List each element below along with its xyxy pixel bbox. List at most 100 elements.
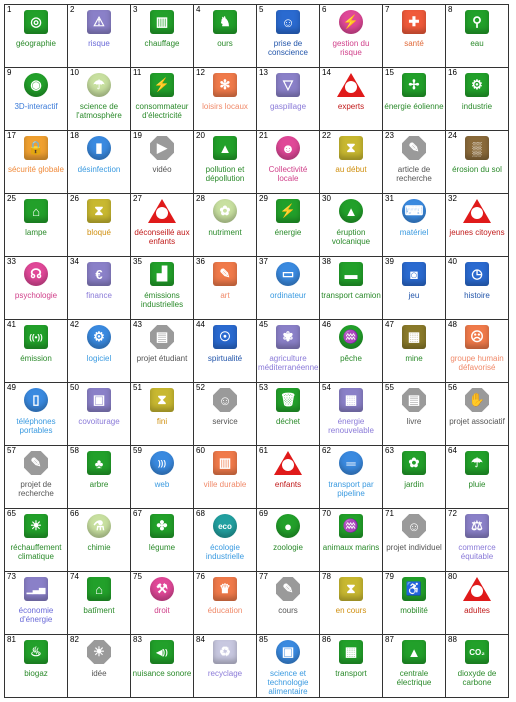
icon-cell[interactable]: 11 ⚡ consommateur d'électricité — [131, 68, 194, 131]
icon-cell[interactable]: 8 ⚲ eau — [446, 5, 509, 68]
cell-number: 65 — [7, 509, 16, 518]
icon-cell[interactable]: 51 ⧗ fini — [131, 383, 194, 446]
icon-cell[interactable]: 1 ◎ géographie — [5, 5, 68, 68]
icon-cell[interactable]: 56 ✋ projet associatif — [446, 383, 509, 446]
icon-cell[interactable]: 16 ⚙ industrie — [446, 68, 509, 131]
icon-cell[interactable]: 70 ♒ animaux marins — [320, 509, 383, 572]
icon-cell[interactable]: 33 ☊ psychologie — [5, 257, 68, 320]
icon-cell[interactable]: 13 ▽ gaspillage — [257, 68, 320, 131]
icon-cell[interactable]: 73 ▁▃▅ économie d'énergie — [5, 572, 68, 635]
psychology-icon: ☊ — [24, 262, 48, 286]
cell-number: 56 — [448, 383, 457, 392]
icon-cell[interactable]: 10 ☂ science de l'atmosphère — [68, 68, 131, 131]
icon-cell[interactable]: 78 ⧗ en cours — [320, 572, 383, 635]
icon-cell[interactable]: 84 ♻ recyclage — [194, 635, 257, 698]
icon-cell[interactable]: 65 ☀ réchauffement climatique — [5, 509, 68, 572]
icon-cell[interactable]: 75 ⚒ droit — [131, 572, 194, 635]
icon-cell[interactable]: 7 ✚ santé — [383, 5, 446, 68]
icon-cell[interactable]: 22 ⧗ au début — [320, 131, 383, 194]
icon-cell[interactable]: 66 ⚗ chimie — [68, 509, 131, 572]
icon-cell[interactable]: 71 ☺ projet individuel — [383, 509, 446, 572]
icon-cell[interactable]: 72 ⚖ commerce équitable — [446, 509, 509, 572]
icon-cell[interactable]: 2 ⚠ risque — [68, 5, 131, 68]
icon-cell[interactable]: 60 ▥ ville durable — [194, 446, 257, 509]
icon-cell[interactable]: 62 ═ transport par pipeline — [320, 446, 383, 509]
icon-cell[interactable]: 80 adultes — [446, 572, 509, 635]
icon-cell[interactable]: 28 ✿ nutriment — [194, 194, 257, 257]
icon-cell[interactable]: 36 ✎ art — [194, 257, 257, 320]
icon-cell[interactable]: 29 ⚡ énergie — [257, 194, 320, 257]
cell-label: transport — [335, 669, 367, 678]
icon-cell[interactable]: 39 ◙ jeu — [383, 257, 446, 320]
icon-cell[interactable]: 46 ♒ pêche — [320, 320, 383, 383]
icon-cell[interactable]: 54 ▦ énergie renouvelable — [320, 383, 383, 446]
icon-cell[interactable]: 83 ◀)) nuisance sonore — [131, 635, 194, 698]
community-icon: ☻ — [276, 136, 300, 160]
icon-cell[interactable]: 5 ☺ prise de conscience — [257, 5, 320, 68]
cell-number: 62 — [322, 446, 331, 455]
icon-cell[interactable]: 42 ⚙ logiciel — [68, 320, 131, 383]
icon-cell[interactable]: 25 ⌂ lampe — [5, 194, 68, 257]
icon-cell[interactable]: 55 ▤ livre — [383, 383, 446, 446]
icon-cell[interactable]: 82 ☀ idée — [68, 635, 131, 698]
icon-cell[interactable]: 69 ● zoologie — [257, 509, 320, 572]
icon-cell[interactable]: 85 ▣ science et technologie alimentaire — [257, 635, 320, 698]
icon-cell[interactable]: 24 ▒ érosion du sol — [446, 131, 509, 194]
icon-cell[interactable]: 23 ✎ article de recherche — [383, 131, 446, 194]
icon-cell[interactable]: 9 ◉ 3D-interactif — [5, 68, 68, 131]
icon-cell[interactable]: 21 ☻ Collectivité locale — [257, 131, 320, 194]
icon-cell[interactable]: 44 ☉ spirtualité — [194, 320, 257, 383]
icon-cell[interactable]: 14 experts — [320, 68, 383, 131]
icon-cell[interactable]: 32 jeunes citoyens — [446, 194, 509, 257]
icon-cell[interactable]: 34 € finance — [68, 257, 131, 320]
icon-cell[interactable]: 26 ⧗ bloqué — [68, 194, 131, 257]
icon-cell[interactable]: 77 ✎ cours — [257, 572, 320, 635]
icon-cell[interactable]: 35 ▟ émissions industrielles — [131, 257, 194, 320]
web-feed-icon: ))) — [150, 451, 174, 475]
icon-cell[interactable]: 63 ✿ jardin — [383, 446, 446, 509]
icon-cell[interactable]: 49 ▯ téléphones portables — [5, 383, 68, 446]
icon-cell[interactable]: 64 ☂ pluie — [446, 446, 509, 509]
icon-cell[interactable]: 47 ▦ mine — [383, 320, 446, 383]
icon-cell[interactable]: 57 ✎ projet de recherche — [5, 446, 68, 509]
icon-cell[interactable]: 30 ▲ éruption volcanique — [320, 194, 383, 257]
icon-cell[interactable]: 79 ♿ mobilité — [383, 572, 446, 635]
icon-cell[interactable]: 27 déconseillé aux enfants — [131, 194, 194, 257]
icon-cell[interactable]: 12 ✻ loisirs locaux — [194, 68, 257, 131]
icon-cell[interactable]: 41 ((•)) émission — [5, 320, 68, 383]
icon-cell[interactable]: 67 ✤ légume — [131, 509, 194, 572]
icon-cell[interactable]: 37 ▭ ordinateur — [257, 257, 320, 320]
icon-cell[interactable]: 6 ⚡ gestion du risque — [320, 5, 383, 68]
icon-cell[interactable]: 53 🗑 déchet — [257, 383, 320, 446]
cell-number: 76 — [196, 572, 205, 581]
icon-cell[interactable]: 86 ▦ transport — [320, 635, 383, 698]
icon-cell[interactable]: 18 ▮ désinfection — [68, 131, 131, 194]
icon-cell[interactable]: 17 🔒 sécurité globale — [5, 131, 68, 194]
icon-cell[interactable]: 74 ⌂ batîment — [68, 572, 131, 635]
icon-cell[interactable]: 45 ✾ agriculture méditerranéenne — [257, 320, 320, 383]
icon-cell[interactable]: 3 ▥ chauffage — [131, 5, 194, 68]
icon-cell[interactable]: 59))) web — [131, 446, 194, 509]
icon-cell[interactable]: 61 enfants — [257, 446, 320, 509]
icon-cell[interactable]: 58 ♣ arbre — [68, 446, 131, 509]
icon-cell[interactable]: 15 ✢ énergie éolienne — [383, 68, 446, 131]
icon-cell[interactable]: 52 ☺ service — [194, 383, 257, 446]
icon-cell[interactable]: 31 ⌨ matériel — [383, 194, 446, 257]
cell-number: 45 — [259, 320, 268, 329]
icon-cell[interactable]: 40 ◷ histoire — [446, 257, 509, 320]
icon-cell[interactable]: 43 ▤ projet étudiant — [131, 320, 194, 383]
icon-cell[interactable]: 20 ▲ pollution et dépollution — [194, 131, 257, 194]
icon-cell[interactable]: 88 CO₂ dioxyde de carbone — [446, 635, 509, 698]
icon-cell[interactable]: 76 ♛ éducation — [194, 572, 257, 635]
icon-cell[interactable]: 4 ♞ ours — [194, 5, 257, 68]
icon-cell[interactable]: 48 ☹ groupe humain défavorisé — [446, 320, 509, 383]
cell-number: 22 — [322, 131, 331, 140]
icon-cell[interactable]: 68 eco écologie industrielle — [194, 509, 257, 572]
icon-cell[interactable]: 38 ▬ transport camion — [320, 257, 383, 320]
icon-cell[interactable]: 87 ▲ centrale électrique — [383, 635, 446, 698]
icon-cell[interactable]: 19 ▶ vidéo — [131, 131, 194, 194]
icon-cell[interactable]: 50 ▣ covoiturage — [68, 383, 131, 446]
cell-label: psychologie — [14, 291, 58, 300]
carpool-icon: ▣ — [87, 388, 111, 412]
icon-cell[interactable]: 81 ♨ biogaz — [5, 635, 68, 698]
